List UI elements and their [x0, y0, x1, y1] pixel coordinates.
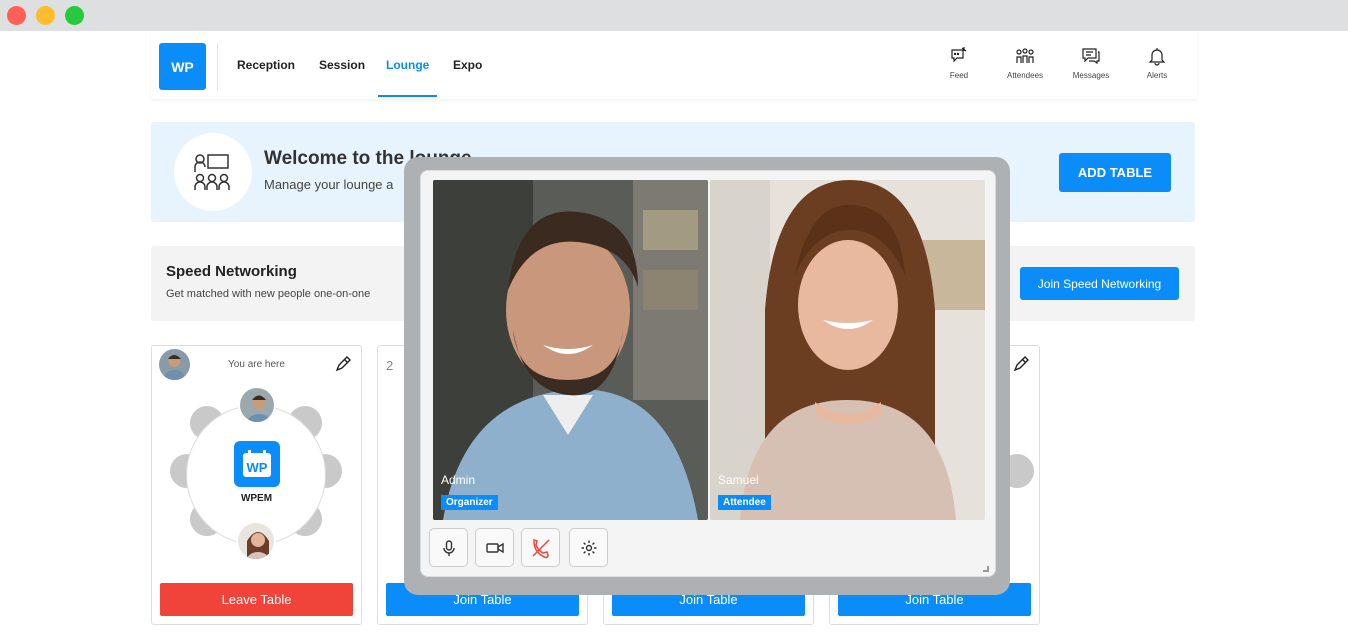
- speed-networking-title: Speed Networking: [166, 263, 297, 280]
- attendees-icon: [1016, 48, 1034, 63]
- feed-icon: [951, 47, 967, 63]
- settings-icon: [581, 540, 596, 555]
- table-number: 2: [386, 358, 394, 373]
- header-attendees-button[interactable]: Attendees: [995, 46, 1055, 80]
- join-speed-networking-button[interactable]: Join Speed Networking: [1020, 267, 1179, 300]
- messages-label: Messages: [1072, 71, 1110, 80]
- leave-table-button[interactable]: Leave Table: [160, 583, 353, 616]
- svg-text:WP: WP: [247, 460, 268, 475]
- edit-table-button[interactable]: [1013, 354, 1031, 377]
- nav-expo[interactable]: Expo: [453, 58, 482, 72]
- people-meeting-icon: [194, 154, 230, 190]
- participant-name: Samuel: [718, 473, 759, 487]
- bell-icon: [1148, 48, 1166, 66]
- header-divider: [217, 43, 218, 91]
- nav-lounge[interactable]: Lounge: [386, 58, 429, 72]
- wpem-logo: WP: [234, 441, 280, 487]
- seated-participant-avatar[interactable]: [238, 386, 276, 424]
- brand-logo[interactable]: WP: [159, 43, 206, 90]
- nav-session[interactable]: Session: [319, 58, 365, 72]
- edit-table-button[interactable]: [335, 354, 353, 377]
- table-name: WPEM: [240, 493, 273, 504]
- toggle-camera-button[interactable]: [475, 528, 514, 567]
- messages-icon: [1082, 48, 1100, 65]
- participant-role-badge: Attendee: [718, 495, 771, 510]
- microphone-icon: [442, 539, 455, 556]
- nav-reception[interactable]: Reception: [237, 58, 295, 72]
- header-alerts-button[interactable]: Alerts: [1127, 46, 1187, 80]
- alerts-label: Alerts: [1146, 71, 1168, 80]
- end-call-button[interactable]: [521, 528, 560, 567]
- close-window-button[interactable]: [7, 6, 26, 25]
- table-card-1: You are here WP WPEM Leave Table: [151, 345, 362, 625]
- minimize-window-button[interactable]: [36, 6, 55, 25]
- resize-handle[interactable]: [983, 566, 989, 572]
- window-titlebar: [0, 0, 1348, 31]
- welcome-subtitle: Manage your lounge a: [264, 177, 394, 192]
- edit-pen-icon: [1013, 356, 1029, 372]
- feed-label: Feed: [949, 71, 969, 80]
- top-header: WP Reception Session Lounge Expo Feed At…: [151, 31, 1197, 99]
- you-are-here-label: You are here: [228, 359, 285, 370]
- video-camera-icon: [485, 542, 504, 553]
- calendar-logo-icon: WP: [243, 450, 271, 477]
- video-tile-samuel[interactable]: Samuel Attendee: [710, 180, 985, 520]
- mute-microphone-button[interactable]: [429, 528, 468, 567]
- call-settings-button[interactable]: [569, 528, 608, 567]
- speed-networking-subtitle: Get matched with new people one-on-one: [166, 288, 371, 300]
- hang-up-icon: [531, 538, 550, 558]
- attendees-label: Attendees: [1006, 71, 1044, 80]
- nav-active-indicator: [378, 95, 437, 97]
- edit-pen-icon: [335, 356, 351, 372]
- participant-video: [433, 180, 708, 520]
- welcome-icon-circle: [174, 133, 252, 211]
- add-table-button[interactable]: ADD TABLE: [1059, 153, 1171, 192]
- video-call-panel: Admin Organizer Samuel Attendee: [420, 170, 996, 577]
- seated-participant-avatar[interactable]: [236, 521, 276, 561]
- maximize-window-button[interactable]: [65, 6, 84, 25]
- participant-video: [710, 180, 985, 520]
- header-messages-button[interactable]: Messages: [1061, 46, 1121, 80]
- participant-role-badge: Organizer: [441, 495, 498, 510]
- participant-name: Admin: [441, 473, 476, 487]
- header-feed-button[interactable]: Feed: [929, 46, 989, 80]
- video-tile-admin[interactable]: Admin Organizer: [433, 180, 708, 520]
- video-call-modal[interactable]: Admin Organizer Samuel Attendee: [404, 157, 1010, 595]
